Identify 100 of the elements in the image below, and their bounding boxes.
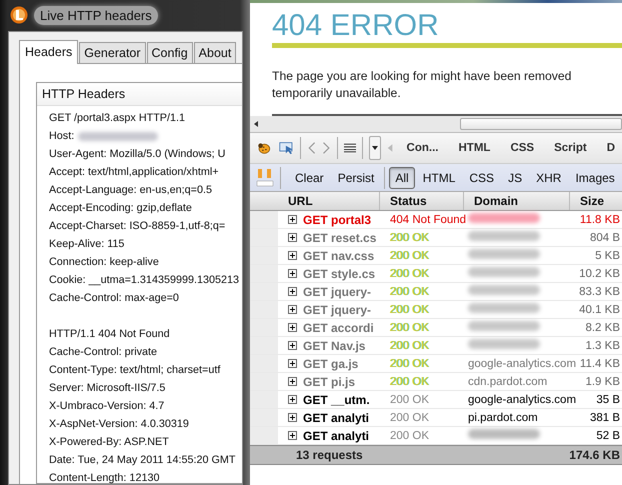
header-line: HTTP/1.1 404 Not Found bbox=[49, 327, 170, 342]
tab[interactable]: About bbox=[194, 42, 236, 63]
header-line: Cookie: __utma=1.314359999.1305213 bbox=[49, 273, 240, 288]
toolbar-button[interactable]: Clear bbox=[289, 166, 330, 188]
size-cell-text: 11.8 KB bbox=[578, 214, 621, 226]
header-line: Cache-Control: max-age=0 bbox=[49, 291, 179, 306]
header-line: GET /portal3.aspx HTTP/1.1 bbox=[49, 111, 186, 126]
tab[interactable]: Generator bbox=[79, 42, 146, 63]
expand-icon[interactable] bbox=[288, 287, 297, 296]
filter-button[interactable]: JS bbox=[502, 166, 528, 188]
request-url[interactable]: GET ga.js bbox=[303, 356, 358, 370]
request-url[interactable]: GET pi.js bbox=[303, 374, 356, 388]
horizontal-scrollbar[interactable] bbox=[250, 116, 622, 133]
expand-icon[interactable] bbox=[288, 395, 297, 404]
status-cell-text: 200 OK bbox=[389, 322, 430, 334]
domain-cell: pi.pardot.com bbox=[468, 412, 538, 424]
total-size: 174.6 KB bbox=[569, 448, 620, 462]
column-header[interactable]: URL bbox=[278, 192, 380, 210]
expand-icon[interactable] bbox=[288, 359, 297, 368]
header-line: X-AspNet-Version: 4.0.30319 bbox=[49, 417, 189, 432]
request-url[interactable]: GET reset.cs bbox=[303, 230, 376, 244]
error-message: The page you are looking for might have been removed temporarily unavailable. bbox=[272, 68, 572, 102]
filter-button[interactable]: CSS bbox=[463, 166, 500, 188]
header-line: User-Agent: Mozilla/5.0 (Windows; U bbox=[49, 147, 226, 162]
status-cell-text: 200 OK bbox=[389, 268, 430, 280]
domain-cell: google-analytics.com bbox=[468, 394, 576, 406]
column-header[interactable]: Size bbox=[570, 192, 622, 210]
size-cell-text: 10.2 KB bbox=[578, 268, 621, 280]
status-cell-text: 200 OK bbox=[389, 412, 430, 424]
expand-icon[interactable] bbox=[288, 377, 297, 386]
status-cell-text: 200 OK bbox=[389, 340, 430, 352]
size-cell-text: 40.1 KB bbox=[578, 304, 621, 316]
status-cell-text: 200 OK bbox=[389, 250, 430, 262]
filter-button[interactable]: XHR bbox=[530, 166, 568, 188]
expand-icon[interactable] bbox=[288, 269, 297, 278]
header-line: Keep-Alive: 115 bbox=[49, 237, 124, 252]
size-cell-text: 8.2 KB bbox=[584, 322, 621, 334]
status-cell-text: 200 OK bbox=[389, 394, 430, 406]
panel-tab[interactable]: D bbox=[600, 142, 622, 154]
toolbar-button[interactable]: Persist bbox=[332, 166, 380, 188]
header-line: Accept-Charset: ISO-8859-1,utf-8;q= bbox=[49, 219, 226, 234]
expand-icon[interactable] bbox=[288, 305, 297, 314]
header-line: X-Powered-By: ASP.NET bbox=[49, 435, 169, 450]
size-cell-text: 804 B bbox=[588, 232, 621, 244]
status-cell-text: 200 OK bbox=[389, 358, 430, 370]
size-cell-text: 83.3 KB bbox=[578, 286, 621, 298]
header-line: Accept-Encoding: gzip,deflate bbox=[49, 201, 192, 216]
size-cell-text: 1.9 KB bbox=[584, 376, 621, 388]
tab[interactable]: Config bbox=[146, 42, 193, 63]
expand-icon[interactable] bbox=[288, 323, 297, 332]
header-line: Accept-Language: en-us,en;q=0.5 bbox=[49, 183, 212, 198]
expand-icon[interactable] bbox=[288, 251, 297, 260]
panel-tab[interactable]: Con... bbox=[400, 142, 446, 154]
panel-tab[interactable]: HTML bbox=[452, 142, 498, 154]
header-line: Content-Type: text/html; charset=utf bbox=[49, 363, 220, 378]
request-url[interactable]: GET __utm. bbox=[303, 392, 370, 406]
status-cell-text: 200 OK bbox=[389, 304, 430, 316]
status-cell-text: 200 OK bbox=[389, 286, 430, 298]
status-cell-text: 200 OK bbox=[389, 232, 430, 244]
filter-button[interactable]: Images bbox=[569, 166, 621, 188]
header-line: Accept: text/html,application/xhtml+ bbox=[49, 165, 219, 180]
app-logo-icon bbox=[10, 6, 28, 24]
header-line: Content-Length: 12130 bbox=[49, 471, 160, 484]
column-header[interactable]: Domain bbox=[464, 192, 570, 210]
panel-tab[interactable]: Script bbox=[547, 142, 594, 154]
header-line: Server: Microsoft-IIS/7.5 bbox=[49, 381, 166, 396]
status-cell-text: 200 OK bbox=[389, 376, 430, 388]
expand-icon[interactable] bbox=[288, 215, 297, 224]
size-cell-text: 1.3 KB bbox=[584, 340, 621, 352]
tab[interactable]: Headers bbox=[19, 40, 78, 64]
filter-button[interactable]: HTML bbox=[416, 166, 462, 188]
request-url[interactable]: GET analyti bbox=[303, 428, 370, 442]
dropdown-button[interactable] bbox=[368, 136, 382, 160]
window-title: Live HTTP headers bbox=[34, 6, 158, 24]
header-line: Host: bbox=[49, 129, 74, 144]
expand-icon[interactable] bbox=[288, 341, 297, 350]
filter-button[interactable]: All bbox=[389, 166, 415, 188]
request-url[interactable]: GET accordi bbox=[303, 320, 374, 334]
request-url[interactable]: GET nav.css bbox=[303, 248, 374, 262]
expand-icon[interactable] bbox=[288, 233, 297, 242]
request-url[interactable]: GET analyti bbox=[303, 410, 370, 424]
status-cell-text: 404 Not Found bbox=[389, 214, 464, 226]
size-cell-text: 5 KB bbox=[594, 250, 621, 262]
request-url[interactable]: GET portal3 bbox=[303, 212, 372, 226]
panel-tab[interactable]: CSS bbox=[503, 142, 542, 154]
request-url[interactable]: GET Nav.js bbox=[303, 338, 366, 352]
page-heading: 404 ERROR bbox=[272, 9, 440, 43]
request-url[interactable]: GET style.cs bbox=[303, 266, 376, 280]
request-url[interactable]: GET jquery- bbox=[303, 302, 372, 316]
expand-icon[interactable] bbox=[288, 413, 297, 422]
column-header[interactable]: Status bbox=[380, 192, 464, 210]
domain-cell: cdn.pardot.com bbox=[468, 376, 548, 388]
size-cell-text: 381 B bbox=[588, 412, 621, 424]
menu-icon[interactable] bbox=[344, 142, 356, 154]
size-cell-text: 52 B bbox=[595, 430, 621, 442]
request-url[interactable]: GET jquery- bbox=[303, 284, 372, 298]
domain-cell: google-analytics.com bbox=[468, 358, 576, 370]
request-count: 13 requests bbox=[296, 448, 363, 462]
expand-icon[interactable] bbox=[288, 431, 297, 440]
caret-icon bbox=[372, 146, 378, 150]
